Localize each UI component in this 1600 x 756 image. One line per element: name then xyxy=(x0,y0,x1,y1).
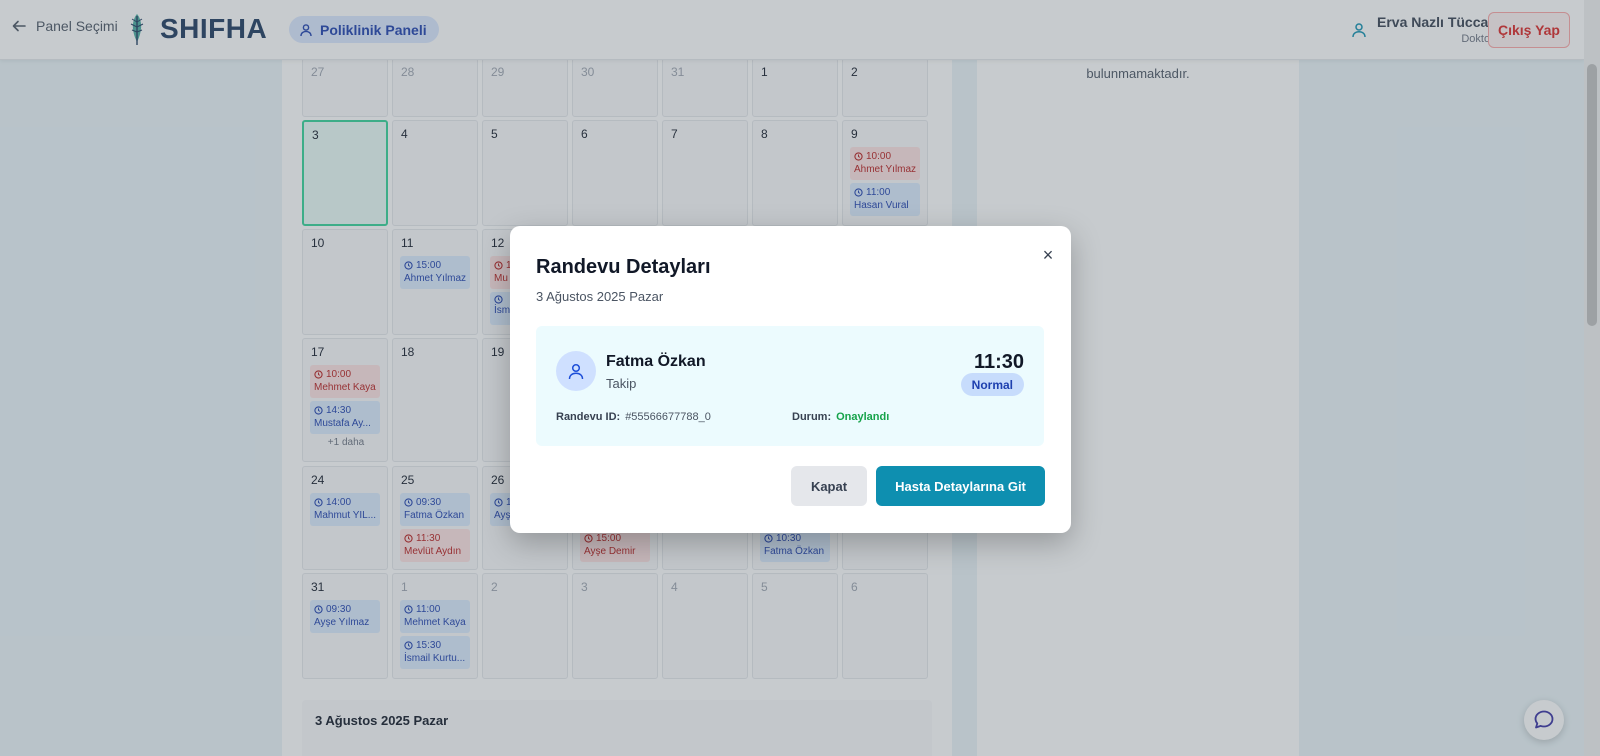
appointment-card: Fatma Özkan Takip 11:30 Normal Randevu I… xyxy=(536,326,1044,446)
close-button[interactable]: Kapat xyxy=(791,466,867,506)
avatar xyxy=(556,351,596,391)
status-badge: Onaylandı xyxy=(836,411,890,423)
appointment-status: Durum: Onaylandı xyxy=(792,411,889,423)
appointment-details-modal: × Randevu Detayları 3 Ağustos 2025 Pazar… xyxy=(510,226,1071,533)
appointment-id-value: #55566677788_0 xyxy=(625,411,711,423)
modal-subtitle: 3 Ağustos 2025 Pazar xyxy=(536,289,664,304)
patient-name: Fatma Özkan xyxy=(606,353,706,370)
status-label: Durum: xyxy=(792,411,832,423)
go-to-patient-details-button[interactable]: Hasta Detaylarına Git xyxy=(876,466,1045,506)
appointment-id: Randevu ID: #55566677788_0 xyxy=(556,411,711,423)
user-icon xyxy=(568,363,584,380)
appointment-id-label: Randevu ID: xyxy=(556,411,621,423)
appointment-type: Takip xyxy=(606,376,637,391)
appointment-time: 11:30 xyxy=(973,351,1024,373)
close-icon[interactable]: × xyxy=(1039,246,1057,264)
priority-badge: Normal xyxy=(960,373,1024,396)
modal-title: Randevu Detayları xyxy=(536,256,711,278)
